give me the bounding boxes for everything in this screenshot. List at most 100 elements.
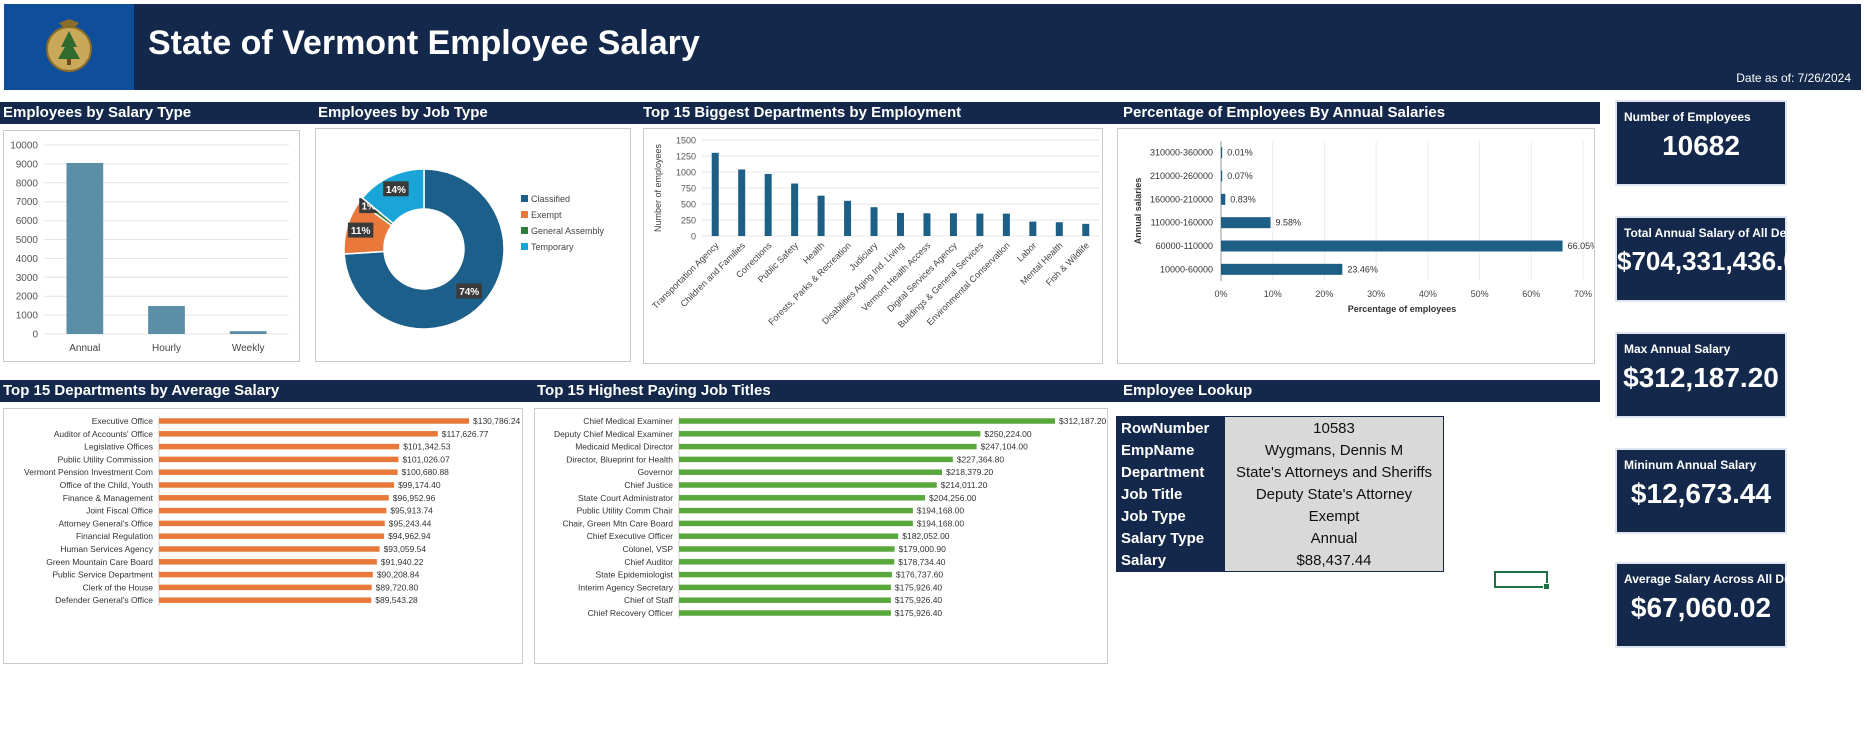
bar <box>1221 147 1223 159</box>
salary-type-panel[interactable]: 0 1000 2000 3000 4000 5000 6000 7000 8000 9000 100… <box>3 130 300 362</box>
data-label: 0.01% <box>1227 148 1253 158</box>
data-label: $175,926.40 <box>895 608 943 618</box>
selected-cell[interactable] <box>1494 571 1550 590</box>
y-axis-label: Annual salaries <box>1133 178 1143 245</box>
bar <box>764 173 772 236</box>
lookup-value[interactable]: 10583 <box>1225 417 1443 439</box>
data-label: $176,737.60 <box>896 570 944 580</box>
x-tick-label: 70% <box>1574 289 1592 299</box>
data-label: 66.05% <box>1568 241 1594 251</box>
lookup-value[interactable]: State's Attorneys and Sheriffs <box>1225 461 1443 483</box>
lookup-row: Department State's Attorneys and Sheriffs <box>1117 461 1443 483</box>
y-tick-label: Chief Justice <box>624 480 673 490</box>
lookup-value[interactable]: Wygmans, Dennis M <box>1225 439 1443 461</box>
y-tick-label: 750 <box>681 184 696 194</box>
data-label: $94,962.94 <box>388 531 431 541</box>
lookup-value[interactable]: Annual <box>1225 527 1443 549</box>
kpi-value: $312,187.20 <box>1623 362 1779 393</box>
lookup-title: Employee Lookup <box>1123 382 1253 399</box>
bar <box>679 597 891 603</box>
y-tick-label: Financial Regulation <box>76 531 153 541</box>
bar <box>679 456 953 463</box>
pct-salaries-panel[interactable]: 0% 10% 20% 30% 40% 50% 60% 70% Percentage of emp… <box>1117 128 1598 364</box>
kpi-total-salary: Total Annual Salary of All Departments $… <box>1615 216 1844 302</box>
legend-label: Classified <box>531 194 570 204</box>
bar <box>897 212 904 236</box>
bar <box>159 482 395 488</box>
y-tick-label: 310000-360000 <box>1150 148 1213 158</box>
bar <box>679 495 926 501</box>
data-label: $90,208.84 <box>377 570 420 580</box>
bar <box>870 207 878 236</box>
top-departments-chart: 0 250 500 750 1000 1250 1500 Number of employee… <box>650 136 1099 330</box>
legend-swatch <box>521 195 528 202</box>
data-label: $182,052.00 <box>902 531 950 541</box>
bar <box>679 520 913 527</box>
bar <box>159 533 385 539</box>
top-departments-title: Top 15 Biggest Departments by Employment <box>643 104 962 121</box>
dept-avg-panel[interactable]: Executive Office $130,786.24 Auditor of Ac… <box>3 408 523 664</box>
lookup-key: Salary Type <box>1117 527 1225 549</box>
y-tick-label: 4000 <box>16 254 39 265</box>
bar <box>817 195 825 236</box>
y-tick-label: Finance & Management <box>63 493 154 503</box>
top-departments-panel[interactable]: 0 250 500 750 1000 1250 1500 Number of employee… <box>643 128 1103 364</box>
x-tick-label: Hourly <box>152 343 181 354</box>
y-tick-label: Joint Fiscal Office <box>86 506 153 516</box>
data-label: $130,786.24 <box>473 416 521 426</box>
x-tick-label: 60% <box>1522 289 1540 299</box>
x-tick-label: 0% <box>1214 289 1227 299</box>
bar <box>66 162 104 334</box>
bar <box>148 306 185 334</box>
lookup-value[interactable]: Deputy State's Attorney <box>1225 483 1443 505</box>
data-label: $312,187.20 <box>1059 416 1107 426</box>
bar <box>1221 170 1223 182</box>
y-tick-label: Executive Office <box>92 416 154 426</box>
y-tick-label: Public Utility Comm Chair <box>577 506 674 516</box>
legend-label: General Assembly <box>531 226 605 236</box>
data-label: $194,168.00 <box>917 518 965 528</box>
bar <box>1055 222 1063 236</box>
y-tick-label: Green Mountain Care Board <box>46 557 153 567</box>
y-tick-label: 5000 <box>16 235 39 246</box>
bar <box>679 533 899 539</box>
lookup-value[interactable]: $88,437.44 <box>1225 549 1443 571</box>
lookup-key: Job Type <box>1117 505 1225 527</box>
y-tick-label: State Court Administrator <box>578 493 673 503</box>
bar <box>159 418 469 424</box>
kpi-number-employees: Number of Employees 10682 <box>1615 100 1787 186</box>
vermont-seal-icon <box>46 19 92 72</box>
bar <box>229 331 267 334</box>
lookup-value[interactable]: Exempt <box>1225 505 1443 527</box>
bar <box>159 571 373 578</box>
data-label: $99,174.40 <box>398 480 441 490</box>
data-label: $101,342.53 <box>403 442 451 452</box>
y-tick-label: 1000 <box>16 311 39 322</box>
x-tick-label: Weekly <box>232 343 265 354</box>
bar <box>159 546 380 552</box>
data-label: $100,680.88 <box>402 467 450 477</box>
job-titles-panel[interactable]: Chief Medical Examiner $312,187.20 Deputy … <box>534 408 1108 664</box>
salary-type-chart: 0 1000 2000 3000 4000 5000 6000 7000 8000 9000 100… <box>10 141 289 354</box>
bar <box>1002 213 1010 236</box>
kpi-value: $12,673.44 <box>1630 478 1772 509</box>
job-type-title: Employees by Job Type <box>318 104 488 121</box>
job-type-panel[interactable]: 74% 11% 1% 14% Classified Exempt General Assem… <box>315 128 631 362</box>
lookup-key: RowNumber <box>1117 417 1225 439</box>
y-tick-label: 2000 <box>16 292 39 303</box>
bar <box>679 584 891 591</box>
bar <box>679 546 895 552</box>
lookup-row: EmpName Wygmans, Dennis M <box>1117 439 1443 461</box>
bar <box>1082 223 1090 236</box>
fill-handle[interactable] <box>1543 583 1550 590</box>
y-tick-label: 7000 <box>16 197 39 208</box>
pct-salaries-chart: 0% 10% 20% 30% 40% 50% 60% 70% Percentage of emp… <box>1133 141 1598 314</box>
bar <box>159 469 398 475</box>
data-label: $179,000.90 <box>899 544 947 554</box>
bar <box>679 469 943 475</box>
data-label: $91,940.22 <box>381 557 424 567</box>
y-tick-label: Medicaid Medical Director <box>575 442 673 452</box>
job-titles-chart: Chief Medical Examiner $312,187.20 Deputy … <box>554 416 1107 619</box>
y-tick-label: Chief of Staff <box>624 595 674 605</box>
y-tick-label: Auditor of Accounts' Office <box>54 429 154 439</box>
